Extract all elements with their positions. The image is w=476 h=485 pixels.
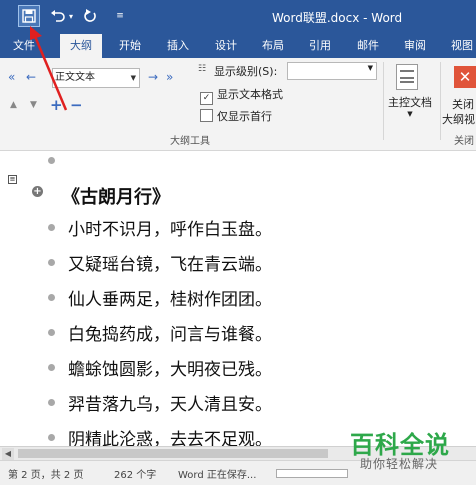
master-document-button[interactable]: 主控文档 ▼ xyxy=(386,62,434,130)
show-first-line-checkbox[interactable] xyxy=(200,109,213,122)
body-line[interactable]: 白兔捣药成，问言与谁餐。 xyxy=(68,320,272,345)
scroll-left-icon[interactable]: ◀ xyxy=(2,448,14,460)
scrollbar-thumb[interactable] xyxy=(18,449,328,458)
chevron-down-icon: ▼ xyxy=(367,64,373,72)
outline-tools-group-label: 大纲工具 xyxy=(170,136,210,147)
tab-review[interactable]: 审阅 xyxy=(397,34,433,58)
show-text-format-label: 显示文本格式 xyxy=(217,88,283,101)
repeat-icon xyxy=(84,9,96,22)
show-text-format-option[interactable]: ✓ 显示文本格式 xyxy=(200,86,283,105)
chevron-down-icon: ▼ xyxy=(407,110,413,118)
master-document-icon xyxy=(396,64,418,90)
ribbon-separator xyxy=(383,62,384,140)
paragraph-bullet xyxy=(48,329,55,336)
chevron-down-icon: ▾ xyxy=(68,11,73,21)
close-group-label: 关闭 xyxy=(454,136,474,147)
word-count[interactable]: 262 个字 xyxy=(114,466,156,481)
document-map-icon[interactable]: ≡ xyxy=(8,175,17,184)
body-line[interactable]: 又疑瑶台镜，飞在青云端。 xyxy=(68,250,272,275)
body-line[interactable]: 阴精此沦惑，去去不足观。 xyxy=(68,425,272,446)
paragraph-bullet xyxy=(48,259,55,266)
tab-insert[interactable]: 插入 xyxy=(160,34,196,58)
move-up-icon[interactable]: ▲ xyxy=(10,100,17,110)
redo-button[interactable] xyxy=(80,6,100,26)
tab-design[interactable]: 设计 xyxy=(208,34,244,58)
close-icon: ✕ xyxy=(454,66,476,88)
tab-mailings[interactable]: 邮件 xyxy=(350,34,386,58)
show-text-format-checkbox[interactable]: ✓ xyxy=(200,92,213,105)
watermark-subtitle: 助你轻松解决 xyxy=(360,457,439,471)
show-level-label: 显示级别(S): xyxy=(214,65,278,78)
close-outline-label-1: 关闭 xyxy=(452,98,474,111)
show-level-icon: ☷ xyxy=(198,64,207,74)
close-outline-label-2: 大纲视 xyxy=(442,113,475,126)
paragraph-bullet xyxy=(48,399,55,406)
save-icon xyxy=(22,9,36,23)
tab-home[interactable]: 开始 xyxy=(112,34,148,58)
save-progress-bar xyxy=(276,469,348,478)
tab-references[interactable]: 引用 xyxy=(302,34,338,58)
paragraph-bullet xyxy=(48,224,55,231)
window-title: Word联盟.docx - Word xyxy=(272,11,403,25)
show-first-line-option[interactable]: 仅显示首行 xyxy=(200,108,272,124)
document-area[interactable]: ≡ + 《古朗月行》 小时不识月，呼作白玉盘。 又疑瑶台镜，飞在青云端。 仙人垂… xyxy=(0,151,476,446)
empty-paragraph-bullet xyxy=(48,157,55,164)
paragraph-bullet xyxy=(48,294,55,301)
tab-layout[interactable]: 布局 xyxy=(255,34,291,58)
master-document-label: 主控文档 xyxy=(388,96,432,109)
page-count[interactable]: 第 2 页，共 2 页 xyxy=(8,466,83,481)
body-line[interactable]: 蟾蜍蚀圆影，大明夜已残。 xyxy=(68,355,272,380)
demote-icon[interactable]: → xyxy=(148,70,158,84)
undo-icon xyxy=(51,10,65,22)
body-line[interactable]: 羿昔落九乌，天人清且安。 xyxy=(68,390,272,415)
close-outline-view-button[interactable]: ✕ 关闭 大纲视 xyxy=(442,62,476,130)
tab-view[interactable]: 视图 xyxy=(444,34,476,58)
annotation-arrow-icon xyxy=(30,26,68,111)
ribbon-separator xyxy=(440,62,441,140)
paragraph-bullet xyxy=(48,434,55,441)
body-line[interactable]: 仙人垂两足，桂树作团团。 xyxy=(68,285,272,310)
customize-qat-button[interactable]: ≡ xyxy=(110,6,130,26)
chevron-down-icon: ▼ xyxy=(130,74,136,82)
demote-to-body-icon[interactable]: » xyxy=(166,70,173,84)
show-level-select[interactable]: ▼ xyxy=(287,62,377,80)
promote-to-heading1-icon[interactable]: « xyxy=(8,70,15,84)
heading-title[interactable]: 《古朗月行》 xyxy=(62,183,170,209)
customize-icon: ≡ xyxy=(116,11,124,21)
show-first-line-label: 仅显示首行 xyxy=(217,110,272,123)
expand-heading-icon[interactable]: + xyxy=(32,186,43,197)
save-status: Word 正在保存... xyxy=(178,470,257,481)
body-line[interactable]: 小时不识月，呼作白玉盘。 xyxy=(68,215,272,240)
paragraph-bullet xyxy=(48,364,55,371)
